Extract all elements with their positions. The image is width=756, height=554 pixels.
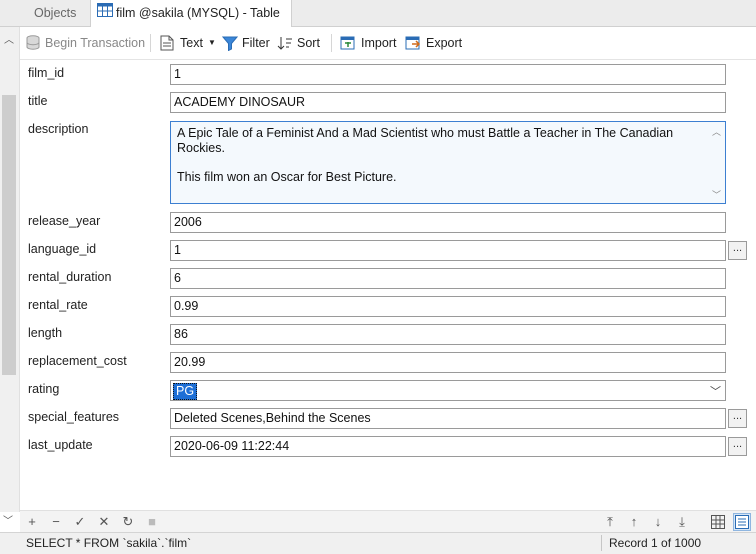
title-field[interactable]: ACADEMY DINOSAUR — [170, 92, 726, 113]
stop-icon[interactable]: ■ — [143, 513, 161, 531]
add-record-icon[interactable]: + — [23, 513, 41, 531]
description-line: A Epic Tale of a Feminist And a Mad Scie… — [177, 126, 674, 155]
discard-changes-icon[interactable]: ✕ — [95, 513, 113, 531]
tab-film-label: film @sakila (MYSQL) - Table — [116, 6, 280, 20]
field-label-film-id: film_id — [28, 66, 65, 80]
export-icon — [405, 36, 421, 50]
record-nav-bar: + − ✓ ✕ ↻ ■ ⤒ ↑ ↓ ⤓ — [20, 510, 756, 533]
field-label-rental-duration: rental_duration — [28, 270, 112, 284]
rental-duration-field[interactable]: 6 — [170, 268, 726, 289]
next-record-icon[interactable]: ↓ — [649, 513, 667, 531]
textarea-scrollbar[interactable]: ︿ ﹀ — [709, 122, 725, 203]
filter-button[interactable]: Filter — [222, 27, 274, 59]
text-dropdown-button[interactable]: Text ▼ — [160, 27, 218, 59]
table-icon — [97, 0, 113, 26]
sort-label: Sort — [297, 36, 320, 50]
previous-record-icon[interactable]: ↑ — [625, 513, 643, 531]
first-record-icon[interactable]: ⤒ — [601, 513, 619, 531]
vertical-scrollbar[interactable]: ︿ — [0, 27, 20, 512]
field-label-length: length — [28, 326, 63, 340]
field-label-description: description — [28, 122, 89, 136]
import-button[interactable]: Import — [340, 27, 400, 59]
record-counter: Record 1 of 1000 — [609, 536, 702, 550]
special-features-field[interactable]: Deleted Scenes,Behind the Scenes — [170, 408, 726, 429]
delete-record-icon[interactable]: − — [47, 513, 65, 531]
toolbar-divider — [150, 34, 151, 52]
field-label-release-year: release_year — [28, 214, 101, 228]
last-update-field[interactable]: 2020-06-09 11:22:44 — [170, 436, 726, 457]
field-label-replacement-cost: replacement_cost — [28, 354, 127, 368]
sql-statement: SELECT * FROM `sakila`.`film` — [26, 536, 192, 550]
last-record-icon[interactable]: ⤓ — [673, 513, 691, 531]
field-label-title: title — [28, 94, 48, 108]
description-line: This film won an Oscar for Best Picture. — [177, 170, 397, 184]
status-divider — [601, 535, 602, 551]
toolbar: Begin Transaction Text ▼ Filter Sort Imp… — [20, 27, 756, 60]
special-features-picker-button[interactable]: ... — [728, 409, 747, 428]
text-label: Text — [180, 36, 203, 50]
chevron-up-icon[interactable]: ︿ — [712, 125, 721, 138]
form-view-icon[interactable] — [733, 513, 751, 531]
rating-selected-value: PG — [173, 383, 198, 400]
scrollbar-thumb[interactable] — [2, 95, 16, 375]
export-label: Export — [426, 36, 463, 50]
tab-objects[interactable]: Objects — [20, 0, 92, 26]
film-id-field[interactable]: 1 — [170, 64, 726, 85]
field-label-language-id: language_id — [28, 242, 97, 256]
apply-changes-icon[interactable]: ✓ — [71, 513, 89, 531]
database-icon — [26, 35, 40, 50]
begin-transaction-button[interactable]: Begin Transaction — [26, 27, 146, 59]
filter-icon — [222, 36, 238, 51]
language-id-field[interactable]: 1 — [170, 240, 726, 261]
record-form: film_id 1 title ACADEMY DINOSAUR descrip… — [20, 60, 756, 510]
field-label-special-features: special_features — [28, 410, 120, 424]
description-textarea[interactable]: A Epic Tale of a Feminist And a Mad Scie… — [170, 121, 726, 204]
tab-bar: Objects film @sakila (MYSQL) - Table — [0, 0, 756, 27]
export-button[interactable]: Export — [405, 27, 465, 59]
import-label: Import — [361, 36, 397, 50]
replacement-cost-field[interactable]: 20.99 — [170, 352, 726, 373]
caret-down-icon: ▼ — [208, 38, 216, 47]
status-bar: SELECT * FROM `sakila`.`film` Record 1 o… — [0, 532, 756, 554]
language-id-lookup-button[interactable]: ... — [728, 241, 747, 260]
grid-view-icon[interactable] — [709, 513, 727, 531]
document-icon — [160, 35, 174, 51]
tab-film-table[interactable]: film @sakila (MYSQL) - Table — [90, 0, 292, 27]
rental-rate-field[interactable]: 0.99 — [170, 296, 726, 317]
release-year-field[interactable]: 2006 — [170, 212, 726, 233]
field-label-rating: rating — [28, 382, 60, 396]
import-icon — [340, 36, 355, 50]
chevron-down-icon[interactable]: ﹀ — [710, 383, 721, 399]
sort-button[interactable]: Sort — [277, 27, 323, 59]
chevron-down-icon[interactable]: ﹀ — [3, 512, 13, 527]
sort-icon — [277, 37, 292, 50]
field-label-last-update: last_update — [28, 438, 93, 452]
length-field[interactable]: 86 — [170, 324, 726, 345]
rating-select[interactable]: PG ﹀ — [170, 380, 726, 401]
filter-label: Filter — [242, 36, 270, 50]
last-update-picker-button[interactable]: ... — [728, 437, 747, 456]
refresh-icon[interactable]: ↻ — [119, 513, 137, 531]
chevron-up-icon[interactable]: ︿ — [4, 31, 14, 46]
toolbar-divider — [331, 34, 332, 52]
begin-transaction-label: Begin Transaction — [45, 36, 146, 50]
chevron-down-icon[interactable]: ﹀ — [712, 188, 721, 201]
field-label-rental-rate: rental_rate — [28, 298, 88, 312]
